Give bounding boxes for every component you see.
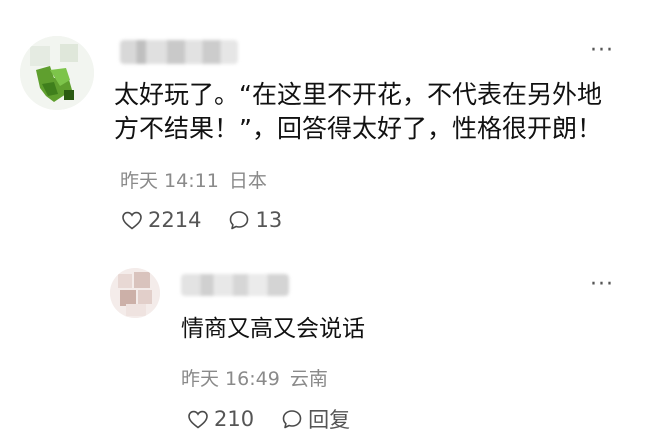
comment-meta: 昨天 14:11 日本 — [120, 166, 271, 193]
heart-icon — [122, 211, 142, 230]
comment-text: 情商又高又会说话 — [181, 316, 365, 342]
reply-button[interactable]: 13 — [227, 208, 282, 232]
username-redacted[interactable] — [181, 274, 289, 296]
comment-actions: 210 回复 — [186, 404, 376, 434]
avatar[interactable] — [110, 268, 160, 318]
comment-bubble-icon — [282, 410, 302, 429]
more-icon[interactable]: ··· — [590, 274, 614, 296]
comment-location: 日本 — [228, 170, 267, 192]
avatar-image — [110, 268, 160, 318]
comment-actions: 2214 13 — [120, 208, 308, 232]
comment-time: 昨天 14:11 — [120, 170, 219, 192]
like-button[interactable]: 210 — [186, 407, 254, 431]
reply-item: ··· 情商又高又会说话 昨天 16:49 云南 210 回复 — [0, 260, 650, 446]
heart-icon — [188, 410, 208, 429]
comment-text: 太好玩了。“在这里不开花，不代表在另外地方不结果！”，回答得太好了，性格很开朗！ — [114, 80, 602, 143]
like-count: 210 — [214, 407, 255, 431]
comment-bubble-icon — [230, 211, 249, 230]
avatar[interactable] — [20, 36, 94, 110]
comment-time: 昨天 16:49 — [181, 368, 280, 390]
like-count: 2214 — [148, 208, 202, 232]
more-icon[interactable]: ··· — [590, 40, 614, 62]
reply-button[interactable]: 回复 — [280, 404, 350, 434]
like-button[interactable]: 2214 — [120, 208, 201, 232]
comment-location: 云南 — [289, 368, 328, 390]
reply-count: 13 — [255, 208, 283, 232]
username-redacted[interactable] — [120, 40, 238, 64]
comment-item: ··· 太好玩了。“在这里不开花，不代表在另外地方不结果！”，回答得太好了，性格… — [0, 0, 650, 260]
comment-meta: 昨天 16:49 云南 — [181, 364, 332, 391]
avatar-image — [20, 36, 94, 110]
reply-label: 回复 — [308, 408, 351, 432]
